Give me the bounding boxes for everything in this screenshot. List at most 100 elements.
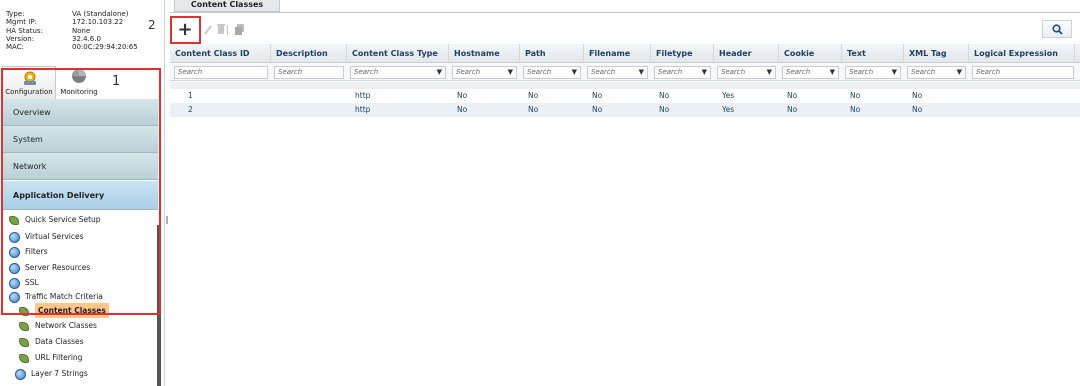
column-header-cookie[interactable]: Cookie: [779, 44, 842, 63]
clone-icon[interactable]: [232, 21, 248, 39]
cell-header: Yes: [722, 91, 735, 100]
tab-configuration[interactable]: Configuration: [2, 66, 56, 100]
cell-logical-expression: [969, 89, 977, 103]
tree-item-label: Layer 7 Strings: [31, 369, 88, 378]
tree-item-ssl[interactable]: SSL: [8, 275, 39, 290]
cell-filetype: No: [659, 105, 670, 114]
filter-placeholder: Search: [354, 68, 379, 76]
filter-path[interactable]: Search ▼: [523, 66, 581, 79]
info-key: Type:: [6, 10, 25, 18]
cell-cookie: No: [787, 91, 798, 100]
filter-placeholder: Search: [911, 68, 936, 76]
column-header-filetype[interactable]: Filetype: [651, 44, 714, 63]
filter-header[interactable]: Search ▼: [717, 66, 776, 79]
cell-filename: No: [592, 91, 603, 100]
tab-configuration-label: Configuration: [5, 88, 53, 96]
tree-item-network-classes[interactable]: Network Classes: [18, 318, 97, 333]
column-header-content-class-type[interactable]: Content Class Type: [347, 44, 449, 63]
tab-monitoring[interactable]: Monitoring: [56, 66, 102, 100]
column-header-header[interactable]: Header: [714, 44, 779, 63]
column-header-filename[interactable]: Filename: [584, 44, 651, 63]
filter-cookie[interactable]: Search ▼: [782, 66, 839, 79]
filter-content-class-id[interactable]: Search: [174, 66, 268, 79]
filter-placeholder: Search: [976, 68, 1001, 76]
filter-text[interactable]: Search ▼: [845, 66, 901, 79]
cell-hostname: No: [457, 91, 468, 100]
filter-hostname[interactable]: Search ▼: [452, 66, 517, 79]
column-header-description[interactable]: Description: [271, 44, 347, 63]
dropdown-arrow-icon[interactable]: ▼: [639, 67, 644, 78]
tree-item-virtual-services[interactable]: Virtual Services: [8, 229, 84, 244]
tree-item-content-classes[interactable]: Content Classes: [18, 303, 109, 318]
filter-logical-expression[interactable]: Search: [972, 66, 1074, 79]
dropdown-arrow-icon[interactable]: ▼: [957, 67, 962, 78]
info-value: 00:0C:29:94:20:65: [72, 43, 138, 52]
tab-underline: [170, 12, 1080, 13]
info-value: None: [72, 26, 91, 35]
globe-icon: [8, 291, 20, 303]
dropdown-arrow-icon[interactable]: ▼: [892, 67, 897, 78]
tree-item-label: SSL: [25, 278, 39, 287]
accordion-network[interactable]: Network: [3, 153, 158, 180]
filter-placeholder: Search: [278, 68, 303, 76]
annotation-badge-1: 1: [112, 74, 121, 89]
column-header-path[interactable]: Path: [520, 44, 584, 63]
filter-filename[interactable]: Search ▼: [587, 66, 648, 79]
dropdown-arrow-icon[interactable]: ▼: [767, 67, 772, 78]
cell-cookie: No: [787, 105, 798, 114]
tree-item-server-resources[interactable]: Server Resources: [8, 260, 90, 275]
tree-item-layer-7-strings[interactable]: Layer 7 Strings: [14, 366, 88, 381]
cell-content-class-type: http: [355, 105, 371, 114]
tree-item-filters[interactable]: Filters: [8, 244, 47, 259]
tree-item-label: Quick Service Setup: [25, 215, 101, 224]
grid-spacer: [170, 82, 1080, 89]
cell-content-class-type: http: [355, 91, 371, 100]
globe-icon: [8, 246, 20, 258]
dropdown-arrow-icon[interactable]: ▼: [830, 67, 835, 78]
add-button[interactable]: +: [177, 21, 193, 39]
dropdown-arrow-icon[interactable]: ▼: [508, 67, 513, 78]
tree-item-traffic-match-criteria[interactable]: Traffic Match Criteria: [8, 289, 103, 304]
table-row[interactable]: 2 http No No No No Yes No No No: [170, 103, 1080, 117]
filter-description[interactable]: Search: [274, 66, 344, 79]
filter-content-class-type[interactable]: Search ▼: [350, 66, 446, 79]
accordion-system[interactable]: System: [3, 126, 158, 153]
accordion-overview[interactable]: Overview: [3, 99, 158, 126]
filter-placeholder: Search: [178, 68, 203, 76]
column-header-logical-expression[interactable]: Logical Expression: [969, 44, 1075, 63]
mode-tabs: Configuration Monitoring 1: [0, 66, 162, 100]
dropdown-arrow-icon[interactable]: ▼: [437, 67, 442, 78]
search-button[interactable]: [1042, 20, 1072, 38]
column-header-content-class-id[interactable]: Content Class ID: [170, 44, 271, 63]
column-header-hostname[interactable]: Hostname: [449, 44, 520, 63]
cell-path: No: [528, 91, 539, 100]
info-value: 32.4.6.0: [72, 34, 101, 43]
cell-text: No: [850, 91, 861, 100]
toolbar: +: [170, 16, 1080, 44]
tree-scrollbar[interactable]: [157, 225, 161, 386]
column-header-xml-tag[interactable]: XML Tag: [904, 44, 969, 63]
info-value: 172.10.103.22: [72, 18, 124, 27]
info-key: HA Status:: [6, 26, 43, 35]
dropdown-arrow-icon[interactable]: ▼: [572, 67, 577, 78]
table-row[interactable]: 1 http No No No No Yes No No No: [170, 89, 1080, 103]
info-row-ha-status: HA Status: None: [6, 27, 165, 35]
filter-placeholder: Search: [527, 68, 552, 76]
dropdown-arrow-icon[interactable]: ▼: [702, 67, 707, 78]
cell-hostname: No: [457, 105, 468, 114]
filter-filetype[interactable]: Search ▼: [654, 66, 711, 79]
tree-item-quick-service-setup[interactable]: Quick Service Setup: [8, 212, 101, 227]
page-title-tab[interactable]: Content Classes: [174, 0, 280, 12]
main-content: Content Classes + Content Class ID Descr…: [170, 0, 1080, 386]
cell-path: No: [528, 105, 539, 114]
tree-item-label: Network Classes: [35, 321, 97, 330]
tree-item-data-classes[interactable]: Data Classes: [18, 334, 84, 349]
panel-splitter-handle[interactable]: ‖: [165, 215, 169, 224]
info-key: Mgmt IP:: [6, 18, 37, 27]
annotation-badge-2: 2: [148, 18, 156, 32]
accordion-application-delivery[interactable]: Application Delivery: [3, 181, 158, 210]
filter-placeholder: Search: [849, 68, 874, 76]
filter-xml-tag[interactable]: Search ▼: [907, 66, 966, 79]
column-header-text[interactable]: Text: [842, 44, 904, 63]
tree-item-url-filtering[interactable]: URL Filtering: [18, 350, 82, 365]
